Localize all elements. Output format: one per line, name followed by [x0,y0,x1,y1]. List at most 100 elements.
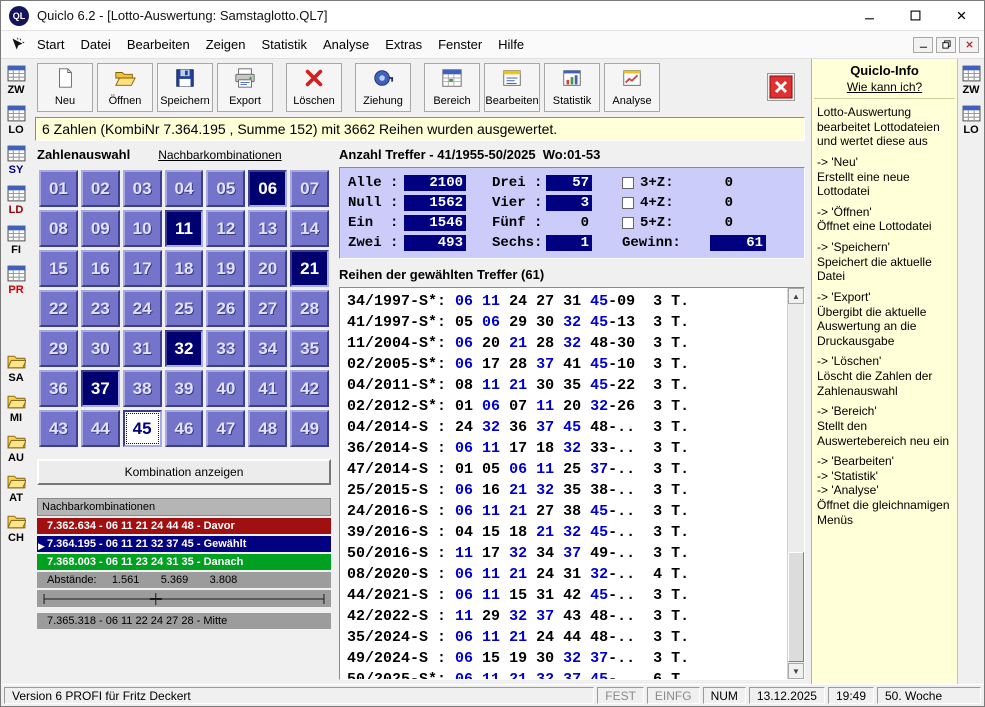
treffer-row[interactable]: 35/2024-S : 06 11 21 24 44 48-.. 3 T. [347,627,786,648]
number-cell-24[interactable]: 24 [123,290,162,327]
number-cell-29[interactable]: 29 [39,330,78,367]
sidebar-item-lo[interactable]: LO [962,104,981,136]
checkbox-5plusZ[interactable] [622,217,634,229]
number-cell-15[interactable]: 15 [39,250,78,287]
delete-button[interactable]: Löschen [286,63,342,112]
number-cell-41[interactable]: 41 [248,370,287,407]
number-cell-37[interactable]: 37 [81,370,120,407]
number-cell-09[interactable]: 09 [81,210,120,247]
close-window-button[interactable] [938,1,984,30]
number-cell-14[interactable]: 14 [290,210,329,247]
menu-extras[interactable]: Extras [377,33,430,56]
sidebar-item-ch[interactable]: CH [7,512,26,544]
export-button[interactable]: Export [217,63,273,112]
vertical-scrollbar[interactable]: ▲ ▼ [787,288,804,679]
menu-fenster[interactable]: Fenster [430,33,490,56]
number-cell-48[interactable]: 48 [248,410,287,447]
menu-start[interactable]: Start [29,33,72,56]
treffer-row[interactable]: 42/2022-S : 11 29 32 37 43 48-.. 3 T. [347,606,786,627]
number-cell-23[interactable]: 23 [81,290,120,327]
mdi-close-red-glyph-icon[interactable] [959,37,979,53]
number-cell-45[interactable]: 45 [123,410,162,447]
sidebar-item-zw[interactable]: ZW [7,64,26,96]
number-cell-06[interactable]: 06 [248,170,287,207]
number-cell-03[interactable]: 03 [123,170,162,207]
number-cell-10[interactable]: 10 [123,210,162,247]
number-cell-34[interactable]: 34 [248,330,287,367]
treffer-row[interactable]: 44/2021-S : 06 11 15 31 42 45-.. 3 T. [347,585,786,606]
close-auswertung-button[interactable] [767,73,795,101]
number-cell-16[interactable]: 16 [81,250,120,287]
show-combination-button[interactable]: Kombination anzeigen [37,459,331,485]
number-cell-13[interactable]: 13 [248,210,287,247]
number-cell-30[interactable]: 30 [81,330,120,367]
scroll-down-icon[interactable]: ▼ [788,663,804,679]
number-cell-27[interactable]: 27 [248,290,287,327]
number-cell-32[interactable]: 32 [165,330,204,367]
neighbor-row-danach[interactable]: 7.368.003 - 06 11 23 24 31 35 - Danach [37,554,331,570]
treffer-row[interactable]: 49/2024-S : 06 15 19 30 32 37-.. 3 T. [347,648,786,669]
treffer-row[interactable]: 24/2016-S : 06 11 21 27 38 45-.. 3 T. [347,501,786,522]
checkbox-3plusZ[interactable] [622,177,634,189]
sidebar-item-au[interactable]: AU [7,432,26,464]
treffer-row[interactable]: 25/2015-S : 06 16 21 32 35 38-.. 3 T. [347,480,786,501]
mdi-minimize-icon[interactable] [913,37,933,53]
number-cell-46[interactable]: 46 [165,410,204,447]
drawing-button[interactable]: Ziehung [355,63,411,112]
scroll-up-icon[interactable]: ▲ [788,288,804,304]
number-cell-35[interactable]: 35 [290,330,329,367]
treffer-row[interactable]: 34/1997-S*: 06 11 24 27 31 45-09 3 T. [347,291,786,312]
number-cell-04[interactable]: 04 [165,170,204,207]
sidebar-item-fi[interactable]: FI [7,224,26,256]
treffer-row[interactable]: 50/2016-S : 11 17 32 34 37 49-.. 3 T. [347,543,786,564]
number-cell-36[interactable]: 36 [39,370,78,407]
number-cell-39[interactable]: 39 [165,370,204,407]
menu-hilfe[interactable]: Hilfe [490,33,532,56]
number-cell-38[interactable]: 38 [123,370,162,407]
number-cell-43[interactable]: 43 [39,410,78,447]
mdi-restore-icon[interactable] [936,37,956,53]
sidebar-item-pr[interactable]: PR [7,264,26,296]
range-button[interactable]: Bereich [424,63,480,112]
number-cell-49[interactable]: 49 [290,410,329,447]
open-button[interactable]: Öffnen [97,63,153,112]
neighbor-row-davor[interactable]: 7.362.634 - 06 11 21 24 44 48 - Davor [37,518,331,534]
number-cell-25[interactable]: 25 [165,290,204,327]
menu-zeigen[interactable]: Zeigen [198,33,254,56]
neighbor-row-gewaehlt[interactable]: 7.364.195 - 06 11 21 32 37 45 - Gewählt [37,536,331,552]
sidebar-item-sy[interactable]: SY [7,144,26,176]
number-cell-47[interactable]: 47 [206,410,245,447]
treffer-row[interactable]: 04/2011-S*: 08 11 21 30 35 45-22 3 T. [347,375,786,396]
menu-bearbeiten[interactable]: Bearbeiten [119,33,198,56]
treffer-row[interactable]: 02/2005-S*: 06 17 28 37 41 45-10 3 T. [347,354,786,375]
maximize-window-button[interactable] [892,1,938,30]
sidebar-item-sa[interactable]: SA [7,352,26,384]
minimize-window-button[interactable] [846,1,892,30]
analysis-button[interactable]: Analyse [604,63,660,112]
menu-statistik[interactable]: Statistik [253,33,315,56]
number-cell-19[interactable]: 19 [206,250,245,287]
treffer-row[interactable]: 47/2014-S : 01 05 06 11 25 37-.. 3 T. [347,459,786,480]
number-cell-17[interactable]: 17 [123,250,162,287]
number-cell-02[interactable]: 02 [81,170,120,207]
wie-kann-ich-link[interactable]: Wie kann ich? [814,80,955,99]
number-cell-20[interactable]: 20 [248,250,287,287]
new-button[interactable]: Neu [37,63,93,112]
menu-datei[interactable]: Datei [72,33,118,56]
scrollbar-thumb[interactable] [788,552,804,662]
treffer-row[interactable]: 50/2025-S*: 06 11 21 32 37 45-.. 6 T. [347,669,786,680]
treffer-row[interactable]: 08/2020-S : 06 11 21 24 31 32-.. 4 T. [347,564,786,585]
treffer-row[interactable]: 11/2004-S*: 06 20 21 28 32 48-30 3 T. [347,333,786,354]
number-cell-28[interactable]: 28 [290,290,329,327]
treffer-row[interactable]: 39/2016-S : 04 15 18 21 32 45-.. 3 T. [347,522,786,543]
menu-analyse[interactable]: Analyse [315,33,377,56]
number-cell-18[interactable]: 18 [165,250,204,287]
sidebar-item-mi[interactable]: MI [7,392,26,424]
sidebar-item-at[interactable]: AT [7,472,26,504]
number-cell-33[interactable]: 33 [206,330,245,367]
sidebar-item-ld[interactable]: LD [7,184,26,216]
number-cell-12[interactable]: 12 [206,210,245,247]
treffer-row[interactable]: 04/2014-S : 24 32 36 37 45 48-.. 3 T. [347,417,786,438]
number-cell-08[interactable]: 08 [39,210,78,247]
tab-nachbarkombinationen-link[interactable]: Nachbarkombinationen [158,148,281,162]
